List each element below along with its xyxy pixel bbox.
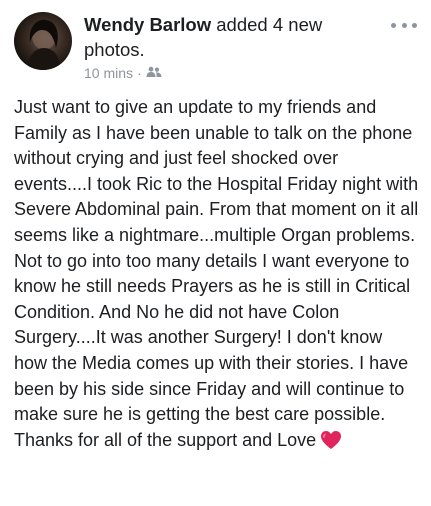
avatar[interactable] <box>14 12 72 70</box>
post-subline: 10 mins · <box>84 64 384 82</box>
red-heart-icon <box>320 430 342 458</box>
facebook-post: Wendy Barlow added 4 new photos. 10 mins… <box>0 0 431 506</box>
post-header: Wendy Barlow added 4 new photos. 10 mins… <box>14 12 419 88</box>
more-dot <box>401 22 407 28</box>
more-options-icon[interactable] <box>391 20 417 30</box>
author-name[interactable]: Wendy Barlow <box>84 14 211 35</box>
post-timestamp[interactable]: 10 mins <box>84 64 133 82</box>
post-meta: Wendy Barlow added 4 new photos. 10 mins… <box>84 12 384 82</box>
post-body-text: Just want to give an update to my friend… <box>14 97 419 450</box>
post-body: Just want to give an update to my friend… <box>14 95 420 457</box>
friends-icon[interactable] <box>146 64 162 82</box>
separator: · <box>137 65 142 81</box>
profile-photo <box>28 19 60 70</box>
more-dot <box>391 22 396 28</box>
post-headline: Wendy Barlow added 4 new photos. <box>84 12 384 62</box>
more-dot <box>412 22 417 28</box>
